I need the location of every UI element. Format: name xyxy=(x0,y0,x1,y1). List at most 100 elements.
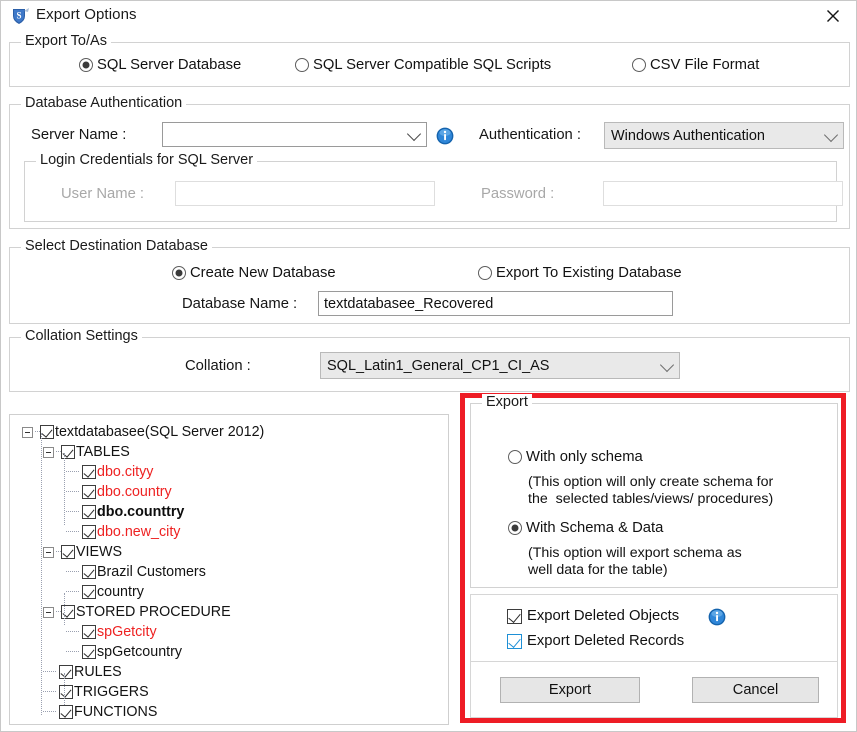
tree-node[interactable]: RULES xyxy=(16,662,448,682)
info-icon[interactable] xyxy=(436,127,454,145)
tree-guide-line xyxy=(41,433,42,715)
tree-node[interactable]: country xyxy=(16,582,448,602)
deleted-items-panel: Export Deleted Objects Export Deleted Re… xyxy=(470,594,838,662)
tree-checkbox[interactable] xyxy=(82,465,96,479)
tree-node[interactable]: dbo.counttry xyxy=(16,502,448,522)
radio-sql-server-compatible-sql-scripts[interactable]: SQL Server Compatible SQL Scripts xyxy=(295,57,551,73)
tree-connector xyxy=(66,491,79,493)
tree-collapse-icon[interactable] xyxy=(43,606,54,618)
tree-node[interactable]: STORED PROCEDURE xyxy=(16,602,448,622)
tree-checkbox[interactable] xyxy=(82,505,96,519)
radio-csv-file-format[interactable]: CSV File Format xyxy=(632,57,759,73)
tree-checkbox[interactable] xyxy=(82,625,96,639)
login-credentials-legend: Login Credentials for SQL Server xyxy=(36,152,258,168)
chevron-down-icon xyxy=(823,127,839,142)
tree-checkbox[interactable] xyxy=(59,665,73,679)
tree-node-label: dbo.country xyxy=(97,483,172,500)
tree-collapse-icon[interactable] xyxy=(22,426,33,438)
tree-connector xyxy=(66,531,79,533)
tree-guide-line xyxy=(64,453,65,525)
radio-dot xyxy=(295,58,309,72)
authentication-label: Authentication : xyxy=(479,127,582,143)
radio-label: SQL Server Database xyxy=(97,57,242,73)
export-options-dialog: S Export Options Export To/As SQL Server… xyxy=(0,0,857,732)
database-name-field[interactable]: textdatabasee_Recovered xyxy=(318,291,673,316)
tree-connector xyxy=(43,671,56,673)
radio-label: With Schema & Data xyxy=(526,520,664,536)
radio-with-schema-and-data[interactable]: With Schema & Data xyxy=(508,520,663,536)
tree-guide-line xyxy=(64,593,65,625)
tree-connector xyxy=(66,471,79,473)
info-icon[interactable] xyxy=(708,608,726,626)
tree-node-label: spGetcity xyxy=(97,623,157,640)
tree-checkbox[interactable] xyxy=(82,565,96,579)
tree-node-label: textdatabasee(SQL Server 2012) xyxy=(55,423,265,440)
checkbox-box xyxy=(507,608,522,624)
tree-checkbox[interactable] xyxy=(59,705,73,719)
tree-node[interactable]: FUNCTIONS xyxy=(16,702,448,722)
checkbox-label: Export Deleted Objects xyxy=(527,608,680,624)
password-field[interactable] xyxy=(603,181,843,206)
collation-value: SQL_Latin1_General_CP1_CI_AS xyxy=(327,357,550,374)
export-button[interactable]: Export xyxy=(500,677,640,703)
radio-dot xyxy=(79,58,93,72)
radio-label: CSV File Format xyxy=(650,57,760,73)
object-tree-panel[interactable]: textdatabasee(SQL Server 2012) TABLES dbo.… xyxy=(9,414,449,725)
export-to-as-group: Export To/As SQL Server Database SQL Ser… xyxy=(9,33,850,87)
tree-node[interactable]: dbo.cityy xyxy=(16,462,448,482)
radio-sql-server-database[interactable]: SQL Server Database xyxy=(79,57,241,73)
svg-text:S: S xyxy=(16,11,21,21)
tree-checkbox[interactable] xyxy=(82,585,96,599)
close-icon[interactable] xyxy=(810,1,856,31)
login-credentials-group: Login Credentials for SQL Server User Na… xyxy=(24,152,843,222)
tree-node-label: TABLES xyxy=(76,443,130,460)
tree-connector xyxy=(66,591,79,593)
radio-label: Create New Database xyxy=(190,265,336,281)
checkbox-label: Export Deleted Records xyxy=(527,633,685,649)
tree-checkbox[interactable] xyxy=(40,425,54,439)
radio-export-to-existing-database[interactable]: Export To Existing Database xyxy=(478,265,682,281)
tree-node-label: STORED PROCEDURE xyxy=(76,603,231,620)
radio-label: Export To Existing Database xyxy=(496,265,682,281)
collation-select[interactable]: SQL_Latin1_General_CP1_CI_AS xyxy=(320,352,680,379)
radio-dot xyxy=(172,266,186,280)
tree-node[interactable]: TABLES xyxy=(16,442,448,462)
tree-node[interactable]: dbo.country xyxy=(16,482,448,502)
tree-node[interactable]: Brazil Customers xyxy=(16,562,448,582)
tree-node[interactable]: textdatabasee(SQL Server 2012) xyxy=(16,422,448,442)
collation-settings-legend: Collation Settings xyxy=(21,328,142,344)
server-name-input[interactable] xyxy=(162,122,427,147)
database-name-label: Database Name : xyxy=(182,296,298,312)
object-tree: textdatabasee(SQL Server 2012) TABLES dbo.… xyxy=(10,415,448,722)
checkbox-export-deleted-objects[interactable]: Export Deleted Objects xyxy=(507,608,679,624)
tree-checkbox[interactable] xyxy=(59,685,73,699)
radio-with-only-schema[interactable]: With only schema xyxy=(508,449,643,465)
tree-collapse-icon[interactable] xyxy=(43,446,54,458)
tree-collapse-icon[interactable] xyxy=(43,546,54,558)
tree-node-label: dbo.new_city xyxy=(97,523,181,540)
tree-node[interactable]: dbo.new_city xyxy=(16,522,448,542)
tree-node[interactable]: spGetcountry xyxy=(16,642,448,662)
tree-checkbox[interactable] xyxy=(82,645,96,659)
cancel-button[interactable]: Cancel xyxy=(692,677,819,703)
tree-node[interactable]: TRIGGERS xyxy=(16,682,448,702)
tree-node-label: FUNCTIONS xyxy=(74,703,158,720)
collation-label: Collation : xyxy=(185,358,251,374)
tree-connector xyxy=(66,651,79,653)
tree-checkbox[interactable] xyxy=(82,485,96,499)
destination-database-legend: Select Destination Database xyxy=(21,238,212,254)
user-name-field[interactable] xyxy=(175,181,435,206)
tree-node[interactable]: VIEWS xyxy=(16,542,448,562)
authentication-select[interactable]: Windows Authentication xyxy=(604,122,844,149)
tree-connector xyxy=(66,511,79,513)
export-to-as-legend: Export To/As xyxy=(21,33,111,49)
tree-checkbox[interactable] xyxy=(82,525,96,539)
tree-node-label: dbo.cityy xyxy=(97,463,154,480)
tree-node[interactable]: spGetcity xyxy=(16,622,448,642)
checkbox-export-deleted-records[interactable]: Export Deleted Records xyxy=(507,633,684,649)
database-authentication-group: Database Authentication Server Name : Au… xyxy=(9,95,850,229)
shield-s-icon: S xyxy=(10,7,30,26)
window-title: Export Options xyxy=(36,6,137,23)
radio-create-new-database[interactable]: Create New Database xyxy=(172,265,336,281)
tree-checkbox[interactable] xyxy=(61,545,75,559)
